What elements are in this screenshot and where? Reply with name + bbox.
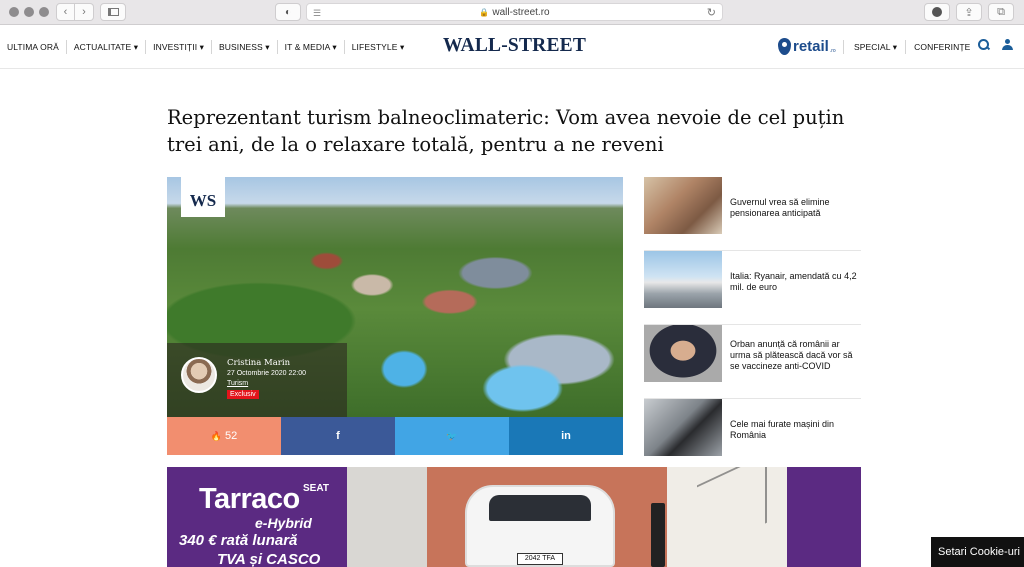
news-thumbnail[interactable] [644,325,722,382]
car-windshield [489,495,591,521]
facebook-icon: f [336,430,340,442]
chevron-down-icon: ▾ [399,42,405,52]
shield-icon[interactable]: ◐ [275,3,301,21]
news-thumbnail[interactable] [644,177,722,234]
list-item[interactable]: Cele mai furate mașini din România [644,399,861,473]
header-icons [978,39,1013,51]
stairs-image [697,467,767,556]
ws-badge: WS [181,177,225,217]
sidebar-icon[interactable] [100,3,126,21]
minimize-window-button[interactable] [24,7,34,17]
history-nav: ‹ › [56,3,94,21]
menu-item-special[interactable]: SPECIAL ▾ [843,40,907,54]
news-title[interactable]: Guvernul vrea să elimine pensionarea ant… [730,197,858,219]
cookie-settings-button[interactable]: Setari Cookie-uri [931,537,1024,567]
menu-item-it-media[interactable]: IT & MEDIA ▾ [278,40,345,54]
list-item[interactable]: Orban anunță că românii ar urma să plăte… [644,325,861,399]
back-icon[interactable]: ‹ [56,3,75,21]
license-plate: 2042 TFA [517,553,563,565]
user-icon[interactable] [1002,39,1013,51]
ad-banner[interactable]: SEAT Tarraco e-Hybrid 340 € rată lunară … [167,467,861,567]
menu-item-actualitate[interactable]: ACTUALITATE ▾ [67,40,147,54]
article-hero-image[interactable]: WS Cristina Marin 27 Octombrie 2020 22:0… [167,177,623,417]
author-name[interactable]: Cristina Marin [227,358,290,368]
ad-tva: TVA și CASCO [217,551,321,567]
menu-item-conferinte[interactable]: CONFERINȚE [906,40,978,54]
reload-icon[interactable]: ↻ [707,6,716,19]
main-menu: ULTIMA ORĂ ACTUALITATE ▾ INVESTIȚII ▾ BU… [0,25,411,69]
url-text: wall-street.ro [492,6,550,18]
article-headline: Reprezentant turism balneoclimateric: Vo… [167,106,845,156]
menu-item-investitii[interactable]: INVESTIȚII ▾ [146,40,212,54]
avatar[interactable] [181,357,217,393]
window-controls [9,7,49,17]
secondary-menu: SPECIAL ▾ CONFERINȚE [843,25,978,69]
exclusive-badge: Exclusiv [227,390,259,399]
news-thumbnail[interactable] [644,251,722,308]
article-category[interactable]: Turism [227,380,248,387]
download-icon[interactable] [924,3,950,21]
ad-model: Tarraco [199,483,300,515]
news-title[interactable]: Italia: Ryanair, amendată cu 4,2 mil. de… [730,271,858,293]
chevron-down-icon: ▾ [892,42,898,52]
browser-actions: ⇪ ⧉ [924,3,1014,21]
maximize-window-button[interactable] [39,7,49,17]
charger-image [651,503,665,567]
menu-item-business[interactable]: BUSINESS ▾ [212,40,278,54]
twitter-share-button[interactable]: 🐦 [395,417,509,455]
twitter-icon: 🐦 [446,430,458,441]
retail-logo[interactable]: retail .ro [778,38,836,55]
ad-brand: SEAT [303,483,329,494]
ad-price: 340 € rată lunară [179,532,298,549]
share-icon[interactable]: ⇪ [956,3,982,21]
lock-icon: 🔒 [479,7,490,17]
menu-item-ultima-ora[interactable]: ULTIMA ORĂ [0,40,67,54]
linkedin-icon: in [561,430,571,442]
chevron-down-icon: ▾ [199,42,204,52]
search-icon[interactable] [978,39,989,50]
linkedin-share-button[interactable]: in [509,417,623,455]
share-count: 🔥 52 [167,417,281,455]
menu-item-lifestyle[interactable]: LIFESTYLE ▾ [345,40,412,54]
article-date: 27 Octombrie 2020 22:00 [227,370,306,377]
ad-variant: e-Hybrid [255,515,312,531]
close-window-button[interactable] [9,7,19,17]
chevron-down-icon: ▾ [265,42,270,52]
location-pin-icon [778,38,791,55]
side-news-list: Guvernul vrea să elimine pensionarea ant… [644,177,861,473]
news-title[interactable]: Orban anunță că românii ar urma să plăte… [730,339,858,372]
address-bar[interactable]: ☰ 🔒 wall-street.ro ↻ [306,3,723,21]
list-item[interactable]: Italia: Ryanair, amendată cu 4,2 mil. de… [644,251,861,325]
browser-toolbar: ‹ › ◐ ☰ 🔒 wall-street.ro ↻ ⇪ ⧉ [0,0,1024,25]
forward-icon[interactable]: › [75,3,94,21]
reader-icon[interactable]: ☰ [313,8,321,19]
site-logo[interactable]: WALL-STREET [443,35,586,57]
tabs-icon[interactable]: ⧉ [988,3,1014,21]
chevron-down-icon: ▾ [332,42,337,52]
news-title[interactable]: Cele mai furate mașini din România [730,419,858,441]
site-header: ULTIMA ORĂ ACTUALITATE ▾ INVESTIȚII ▾ BU… [0,25,1024,69]
list-item[interactable]: Guvernul vrea să elimine pensionarea ant… [644,177,861,251]
fire-icon: 🔥 [210,430,222,441]
chevron-down-icon: ▾ [133,42,139,52]
facebook-share-button[interactable]: f [281,417,395,455]
car-image: 2042 TFA [465,485,615,567]
share-bar: 🔥 52 f 🐦 in [167,417,623,455]
news-thumbnail[interactable] [644,399,722,456]
